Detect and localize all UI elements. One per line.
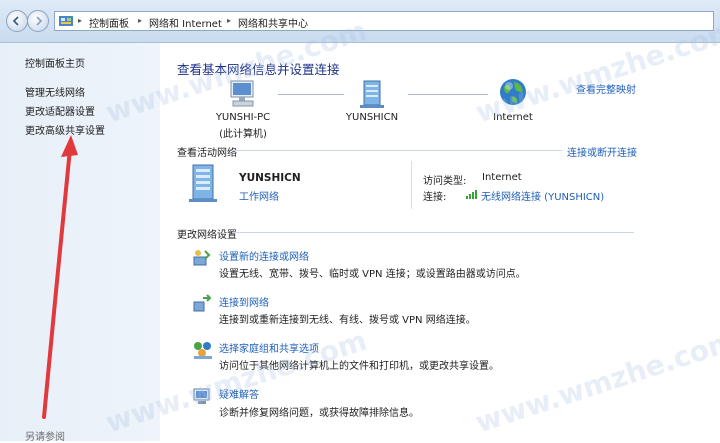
setup-new-connection-link[interactable]: 设置新的连接或网络	[219, 248, 309, 263]
page-title: 查看基本网络信息并设置连接	[177, 62, 340, 77]
internet-globe-icon	[500, 79, 526, 105]
network-building-icon	[189, 164, 217, 202]
computer-sub-label: (此计算机)	[219, 129, 267, 140]
connect-network-icon	[193, 294, 212, 312]
control-panel-icon	[59, 16, 73, 26]
connection-line	[408, 94, 488, 95]
homegroup-sharing-desc: 访问位于其他网络计算机上的文件和打印机，或更改共享设置。	[219, 361, 499, 372]
vertical-divider	[411, 161, 412, 209]
change-settings-title: 更改网络设置	[177, 230, 237, 241]
sidebar-item-change-adapter[interactable]: 更改适配器设置	[25, 103, 95, 118]
breadcrumb-control-panel[interactable]: 控制面板	[89, 15, 129, 30]
sidebar-item-manage-wireless[interactable]: 管理无线网络	[25, 84, 85, 99]
troubleshoot-icon	[193, 388, 210, 404]
connection-label: 连接:	[423, 192, 447, 203]
back-arrow-icon	[12, 16, 19, 26]
homegroup-sharing-link[interactable]: 选择家庭组和共享选项	[219, 340, 319, 355]
red-arrow-annotation-icon	[42, 135, 78, 419]
network-type-link[interactable]: 工作网络	[239, 188, 279, 203]
connect-to-network-link[interactable]: 连接到网络	[219, 294, 269, 309]
forward-button[interactable]	[27, 10, 49, 32]
address-bar[interactable]: ▸ 控制面板 ▸ 网络和 Internet ▸ 网络和共享中心	[54, 11, 714, 31]
breadcrumb-separator-icon: ▸	[78, 16, 83, 25]
setup-new-connection-desc: 设置无线、宽带、拨号、临时或 VPN 连接；或设置路由器或访问点。	[219, 269, 526, 280]
breadcrumb-network-internet[interactable]: 网络和 Internet	[149, 15, 222, 30]
troubleshoot-desc: 诊断并修复网络问题，或获得故障排除信息。	[219, 408, 419, 419]
computer-icon	[230, 80, 254, 107]
wifi-signal-icon	[466, 190, 477, 199]
new-connection-icon	[193, 250, 211, 266]
troubleshoot-link[interactable]: 疑难解答	[219, 386, 259, 401]
active-network-name: YUNSHICN	[239, 172, 301, 184]
wireless-connection-link[interactable]: 无线网络连接 (YUNSHICN)	[481, 188, 604, 203]
navigation-bar: ▸ 控制面板 ▸ 网络和 Internet ▸ 网络和共享中心	[0, 0, 720, 43]
access-type-value: Internet	[482, 172, 522, 183]
homegroup-icon	[194, 342, 212, 359]
access-type-label: 访问类型:	[423, 176, 467, 187]
computer-name-label: YUNSHI-PC	[215, 112, 271, 123]
sidebar-item-control-panel-home[interactable]: 控制面板主页	[25, 55, 85, 70]
breadcrumb-separator-icon: ▸	[227, 16, 232, 25]
network-icon	[360, 80, 384, 108]
breadcrumb-separator-icon: ▸	[138, 16, 143, 25]
back-button[interactable]	[6, 10, 28, 32]
internet-label: Internet	[493, 112, 533, 123]
active-networks-title: 查看活动网络	[177, 148, 237, 159]
forward-arrow-icon	[36, 16, 43, 26]
connect-to-network-desc: 连接到或重新连接到无线、有线、拨号或 VPN 网络连接。	[219, 315, 476, 326]
divider	[232, 232, 634, 233]
breadcrumb-network-sharing-center[interactable]: 网络和共享中心	[238, 15, 308, 30]
main-panel: 查看基本网络信息并设置连接 查看完整映射 YUNSHI-PC (此计算机) YU…	[160, 43, 720, 441]
connection-line	[278, 94, 344, 95]
connect-disconnect-link[interactable]: 连接或断开连接	[567, 144, 637, 159]
network-name-label: YUNSHICN	[345, 112, 399, 123]
view-full-map-link[interactable]: 查看完整映射	[576, 81, 636, 96]
divider	[232, 150, 562, 151]
